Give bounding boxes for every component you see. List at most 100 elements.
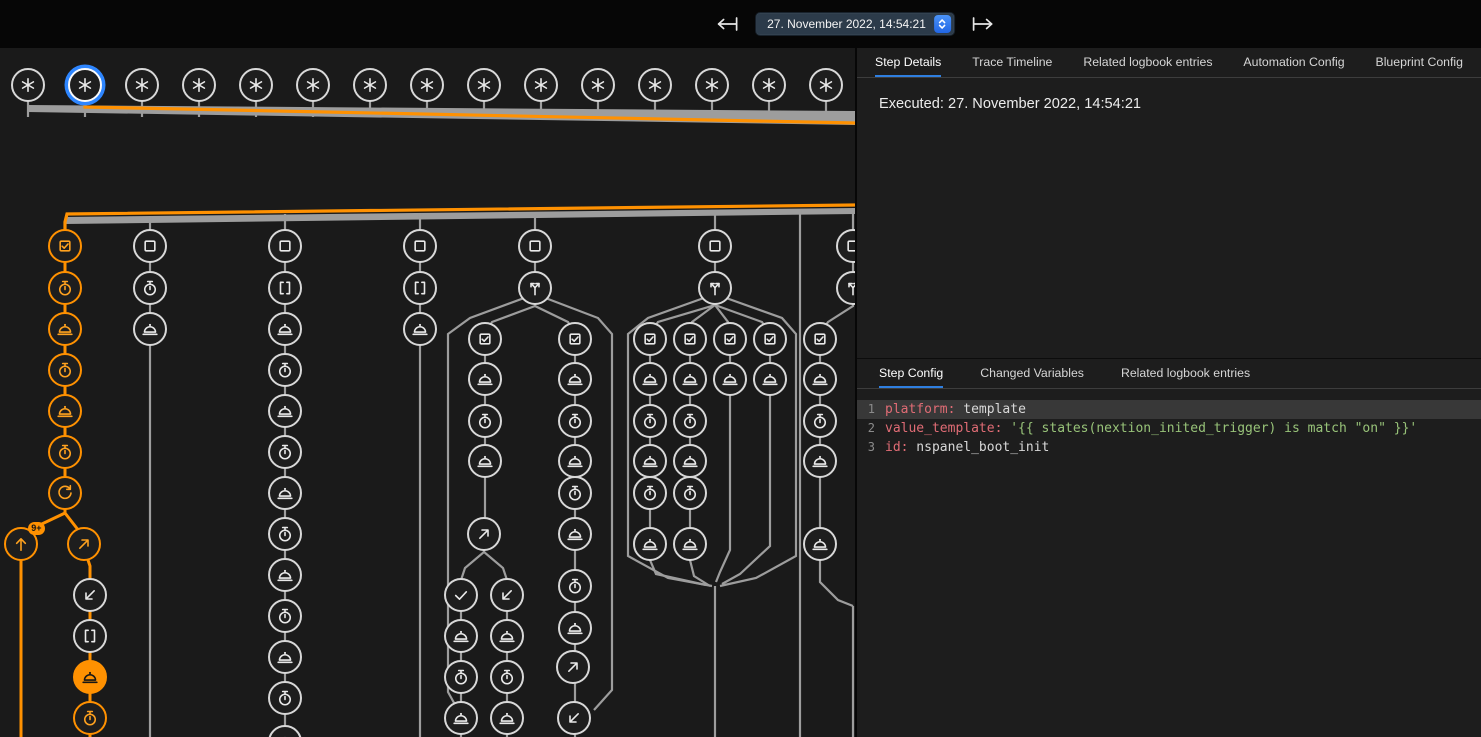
graph-node-arrow-up-right[interactable] xyxy=(467,517,501,551)
graph-node-dome[interactable] xyxy=(558,517,592,551)
graph-node-repeat[interactable] xyxy=(48,476,82,510)
graph-node-trigger[interactable] xyxy=(695,68,729,102)
graph-node-check-square[interactable] xyxy=(673,322,707,356)
graph-node-timer[interactable] xyxy=(558,569,592,603)
graph-node-timer[interactable] xyxy=(444,660,478,694)
graph-node-dome[interactable] xyxy=(444,619,478,653)
graph-node-check-square[interactable] xyxy=(468,322,502,356)
graph-node-timer[interactable] xyxy=(803,404,837,438)
graph-node-timer[interactable] xyxy=(633,476,667,510)
graph-node-check-square[interactable] xyxy=(713,322,747,356)
graph-node-arrow-up-right[interactable] xyxy=(556,650,590,684)
graph-node-timer[interactable] xyxy=(673,476,707,510)
graph-node-dome[interactable] xyxy=(673,444,707,478)
graph-node-dome[interactable] xyxy=(633,527,667,561)
graph-node-dome[interactable] xyxy=(48,394,82,428)
graph-node-trigger[interactable] xyxy=(467,68,501,102)
graph-node-timer[interactable] xyxy=(268,681,302,715)
graph-node-dome[interactable] xyxy=(673,527,707,561)
graph-node-timer[interactable] xyxy=(268,435,302,469)
graph-node-trigger[interactable] xyxy=(125,68,159,102)
tab-step-details[interactable]: Step Details xyxy=(875,48,941,77)
graph-node-trigger[interactable] xyxy=(638,68,672,102)
graph-node-dome[interactable] xyxy=(558,611,592,645)
graph-node-timer[interactable] xyxy=(268,517,302,551)
graph-node-split[interactable] xyxy=(518,271,552,305)
graph-node-check-square[interactable] xyxy=(558,322,592,356)
graph-node-trigger[interactable] xyxy=(410,68,444,102)
run-selector[interactable]: 27. November 2022, 14:54:21 xyxy=(755,12,955,36)
graph-node-dome[interactable] xyxy=(48,312,82,346)
graph-node-dome[interactable] xyxy=(713,362,747,396)
graph-node-trigger[interactable] xyxy=(239,68,273,102)
graph-node-check-square[interactable] xyxy=(753,322,787,356)
graph-node-dome[interactable] xyxy=(268,476,302,510)
graph-node-arrow-down-left[interactable] xyxy=(73,578,107,612)
next-trace-button[interactable] xyxy=(971,16,995,32)
graph-node-timer[interactable] xyxy=(490,660,524,694)
graph-node-arrow-up[interactable]: 9+ xyxy=(4,527,38,561)
graph-node-dome[interactable] xyxy=(490,619,524,653)
graph-node-timer[interactable] xyxy=(48,353,82,387)
graph-node-square[interactable] xyxy=(403,229,437,263)
graph-node-square[interactable] xyxy=(268,229,302,263)
graph-node-dome[interactable] xyxy=(73,660,107,694)
graph-node-trigger[interactable] xyxy=(182,68,216,102)
graph-node-timer[interactable] xyxy=(633,404,667,438)
graph-node-dome[interactable] xyxy=(468,362,502,396)
graph-node-dome[interactable] xyxy=(468,444,502,478)
graph-node-timer[interactable] xyxy=(468,404,502,438)
graph-node-dome[interactable] xyxy=(558,444,592,478)
graph-node-trigger[interactable] xyxy=(68,68,102,102)
graph-node-brackets[interactable] xyxy=(268,271,302,305)
graph-node-timer[interactable] xyxy=(268,599,302,633)
graph-node-dome[interactable] xyxy=(444,701,478,735)
graph-node-dome[interactable] xyxy=(753,362,787,396)
graph-node-square[interactable] xyxy=(133,229,167,263)
graph-node-dome[interactable] xyxy=(633,362,667,396)
graph-node-timer[interactable] xyxy=(268,353,302,387)
graph-node-arrow-down-left[interactable] xyxy=(557,701,591,735)
graph-node-split[interactable] xyxy=(698,271,732,305)
graph-node-check-square[interactable] xyxy=(48,229,82,263)
graph-node-brackets[interactable] xyxy=(403,271,437,305)
graph-node-trigger[interactable] xyxy=(353,68,387,102)
tab-blueprint-config[interactable]: Blueprint Config xyxy=(1376,48,1464,77)
graph-node-dome[interactable] xyxy=(268,312,302,346)
graph-node-dome[interactable] xyxy=(803,527,837,561)
graph-node-trigger[interactable] xyxy=(581,68,615,102)
graph-node-arrow-up-right[interactable] xyxy=(67,527,101,561)
graph-node-timer[interactable] xyxy=(133,271,167,305)
graph-node-square[interactable] xyxy=(518,229,552,263)
graph-node-timer[interactable] xyxy=(673,404,707,438)
graph-node-dome[interactable] xyxy=(268,558,302,592)
graph-node-dome[interactable] xyxy=(490,701,524,735)
graph-node-dome[interactable] xyxy=(558,362,592,396)
tab-trace-timeline[interactable]: Trace Timeline xyxy=(972,48,1052,77)
graph-node-timer[interactable] xyxy=(558,476,592,510)
graph-node-brackets[interactable] xyxy=(73,619,107,653)
tab-changed-variables[interactable]: Changed Variables xyxy=(980,359,1084,388)
graph-node-dome[interactable] xyxy=(133,312,167,346)
graph-node-dome[interactable] xyxy=(268,640,302,674)
tab-related-logbook-entries[interactable]: Related logbook entries xyxy=(1083,48,1212,77)
graph-node-dome[interactable] xyxy=(803,362,837,396)
graph-node-dome[interactable] xyxy=(633,444,667,478)
graph-node-trigger[interactable] xyxy=(296,68,330,102)
graph-node-timer[interactable] xyxy=(48,271,82,305)
graph-node-trigger[interactable] xyxy=(11,68,45,102)
graph-node-timer[interactable] xyxy=(48,435,82,469)
graph-node-timer[interactable] xyxy=(558,404,592,438)
previous-trace-button[interactable] xyxy=(715,16,739,32)
graph-node-check[interactable] xyxy=(444,578,478,612)
graph-node-dome[interactable] xyxy=(268,394,302,428)
graph-node-trigger[interactable] xyxy=(809,68,843,102)
graph-node-timer[interactable] xyxy=(73,701,107,735)
tab-step-config[interactable]: Step Config xyxy=(879,359,943,388)
tab-related-logbook-entries[interactable]: Related logbook entries xyxy=(1121,359,1250,388)
tab-automation-config[interactable]: Automation Config xyxy=(1243,48,1344,77)
graph-node-trigger[interactable] xyxy=(752,68,786,102)
graph-node-dome[interactable] xyxy=(803,444,837,478)
graph-node-dome[interactable] xyxy=(403,312,437,346)
graph-node-dome[interactable] xyxy=(673,362,707,396)
